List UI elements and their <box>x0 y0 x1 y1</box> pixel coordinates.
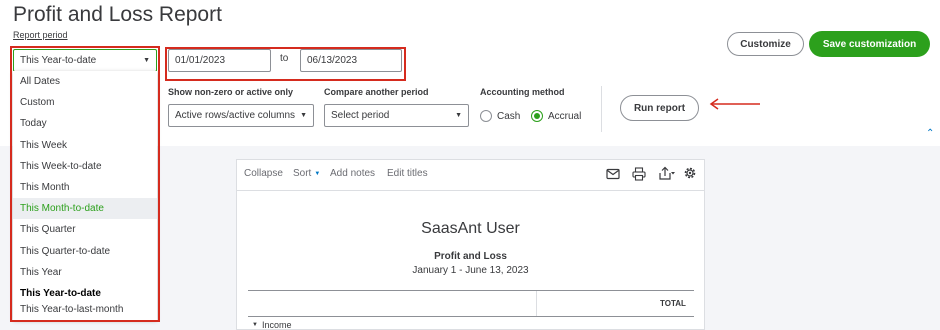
report-date-range: January 1 - June 13, 2023 <box>412 265 529 276</box>
table-header-top-border <box>248 290 694 291</box>
cash-radio[interactable]: Cash <box>480 110 520 122</box>
save-customization-button[interactable]: Save customization <box>809 31 930 57</box>
table-header-bottom-border <box>248 316 694 317</box>
report-card <box>236 159 705 330</box>
compare-period-value: Select period <box>331 110 390 121</box>
cash-radio-label: Cash <box>497 110 521 122</box>
email-icon[interactable] <box>606 168 620 180</box>
report-title[interactable]: Profit and Loss <box>236 251 705 262</box>
page-title: Profit and Loss Report <box>13 3 222 26</box>
compare-period-select[interactable]: Select period ▼ <box>324 104 469 127</box>
chevron-up-icon[interactable]: ⌃ <box>926 128 934 139</box>
accrual-radio-button[interactable] <box>531 110 543 122</box>
nonzero-select[interactable]: Active rows/active columns ▼ <box>168 104 314 127</box>
run-report-button[interactable]: Run report <box>620 95 699 121</box>
gear-icon[interactable] <box>683 166 697 180</box>
edit-titles-link[interactable]: Edit titles <box>387 168 428 179</box>
print-icon[interactable] <box>632 167 646 181</box>
company-name[interactable]: SaasAnt User <box>236 220 705 238</box>
column-divider <box>536 291 537 316</box>
table-row-income[interactable]: ▼ Income <box>252 320 291 330</box>
customize-button[interactable]: Customize <box>727 32 804 56</box>
nonzero-value: Active rows/active columns <box>175 110 296 121</box>
cash-radio-button[interactable] <box>480 110 492 122</box>
accrual-radio-label: Accrual <box>548 110 582 122</box>
total-column-header: TOTAL <box>660 299 686 308</box>
compare-period-label: Compare another period <box>324 87 429 97</box>
annotation-box-dates <box>165 47 406 81</box>
chevron-down-icon[interactable]: ▼ <box>252 322 258 328</box>
divider <box>601 86 602 132</box>
sort-dropdown[interactable]: Sort ▼ <box>293 168 320 179</box>
chevron-down-icon: ▼ <box>455 112 462 119</box>
annotation-arrow-icon <box>709 98 760 110</box>
income-row-label: Income <box>261 320 292 330</box>
add-notes-link[interactable]: Add notes <box>330 168 375 179</box>
export-icon[interactable] <box>658 166 676 181</box>
chevron-down-icon: ▼ <box>314 170 321 177</box>
nonzero-label: Show non-zero or active only <box>168 87 294 97</box>
toolbar-divider <box>237 190 704 191</box>
collapse-link[interactable]: Collapse <box>244 168 283 179</box>
accrual-radio[interactable]: Accrual <box>531 110 581 122</box>
sort-label: Sort <box>293 168 312 179</box>
annotation-box-period <box>10 46 160 322</box>
chevron-down-icon: ▼ <box>300 112 307 119</box>
accounting-method-label: Accounting method <box>480 87 565 97</box>
report-period-label: Report period <box>13 30 68 40</box>
